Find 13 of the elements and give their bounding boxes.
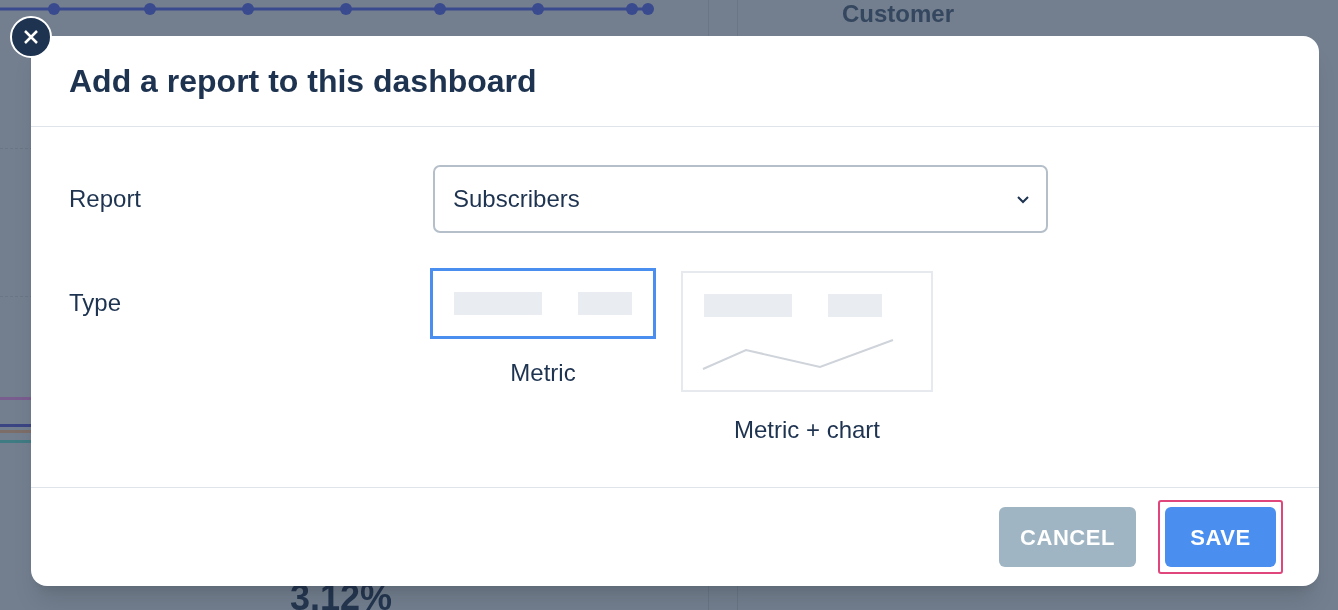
column-header: Customer [842, 0, 955, 29]
close-icon [24, 30, 38, 44]
type-label: Metric + chart [733, 415, 880, 445]
report-select[interactable]: Subscribers [433, 165, 1048, 233]
field-label: Type [69, 288, 123, 318]
type-label: Metric [510, 358, 576, 388]
chevron-down-icon [1016, 194, 1030, 204]
cancel-button[interactable]: CANCEL [999, 507, 1136, 567]
field-label: Report [69, 184, 143, 214]
type-option[interactable] [430, 268, 656, 339]
save-button[interactable]: SAVE [1165, 507, 1276, 567]
close-button[interactable] [10, 16, 52, 58]
dialog-title: Add a report to this dashboard [69, 62, 537, 101]
